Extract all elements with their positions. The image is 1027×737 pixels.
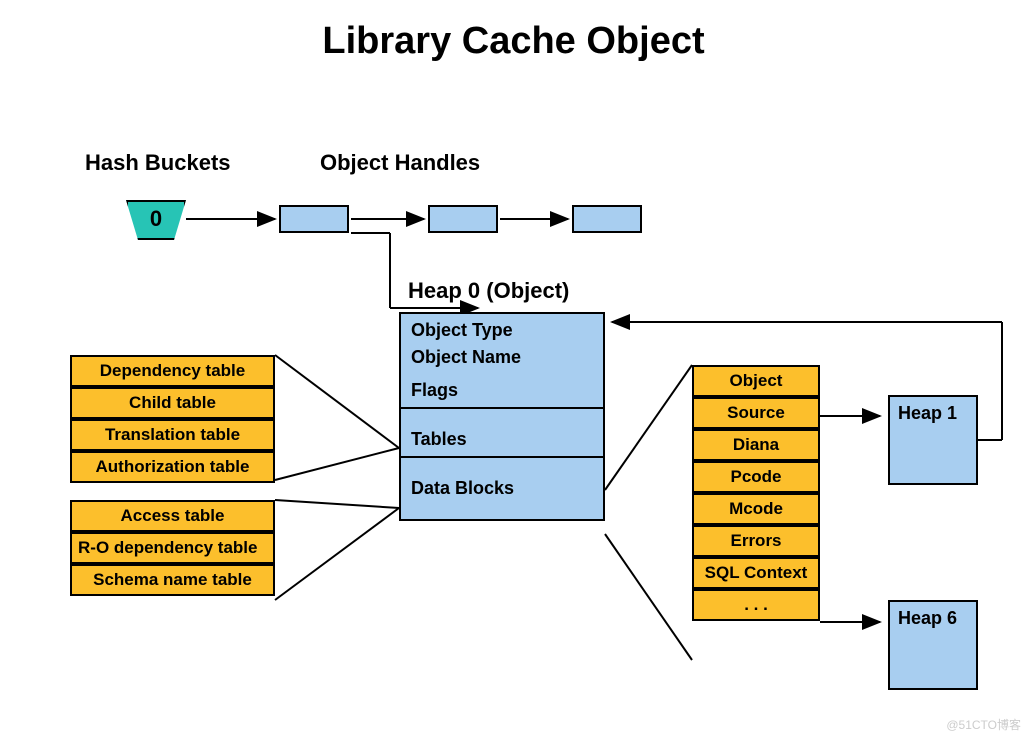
table-row: Source: [694, 399, 818, 431]
table-row: Child table: [72, 389, 273, 421]
table-row: Dependency table: [72, 357, 273, 389]
hash-bucket-0: 0: [126, 200, 186, 240]
table-row: Translation table: [72, 421, 273, 453]
heap0-object-name: Object Name: [401, 347, 603, 374]
diagram-title: Library Cache Object: [0, 20, 1027, 63]
heap1-box: Heap 1: [888, 395, 978, 485]
heap0-data-blocks: Data Blocks: [401, 458, 603, 519]
table-row: Errors: [694, 527, 818, 559]
table-row: Authorization table: [72, 453, 273, 481]
table-row: . . .: [694, 591, 818, 619]
right-blocks-group: Object Source Diana Pcode Mcode Errors S…: [692, 365, 820, 621]
table-row: Pcode: [694, 463, 818, 495]
heap0-box: Object Type Object Name Flags Tables Dat…: [399, 312, 605, 521]
table-row: Object: [694, 367, 818, 399]
heap0-tables: Tables: [401, 409, 603, 458]
watermark: @51CTO博客: [946, 716, 1021, 733]
hash-buckets-label: Hash Buckets: [85, 150, 231, 176]
table-row: SQL Context: [694, 559, 818, 591]
heap0-object-type: Object Type: [401, 314, 603, 347]
table-row: Access table: [72, 502, 273, 534]
table-row: Schema name table: [72, 566, 273, 594]
left-tables-group-1: Dependency table Child table Translation…: [70, 355, 275, 483]
object-handle-3: [572, 205, 642, 233]
object-handle-1: [279, 205, 349, 233]
table-row: Mcode: [694, 495, 818, 527]
left-tables-group-2: Access table R-O dependency table Schema…: [70, 500, 275, 596]
table-row: R-O dependency table: [72, 534, 273, 566]
object-handles-label: Object Handles: [320, 150, 480, 176]
heap6-box: Heap 6: [888, 600, 978, 690]
heap0-label: Heap 0 (Object): [408, 278, 569, 304]
heap0-flags: Flags: [401, 374, 603, 409]
table-row: Diana: [694, 431, 818, 463]
object-handle-2: [428, 205, 498, 233]
